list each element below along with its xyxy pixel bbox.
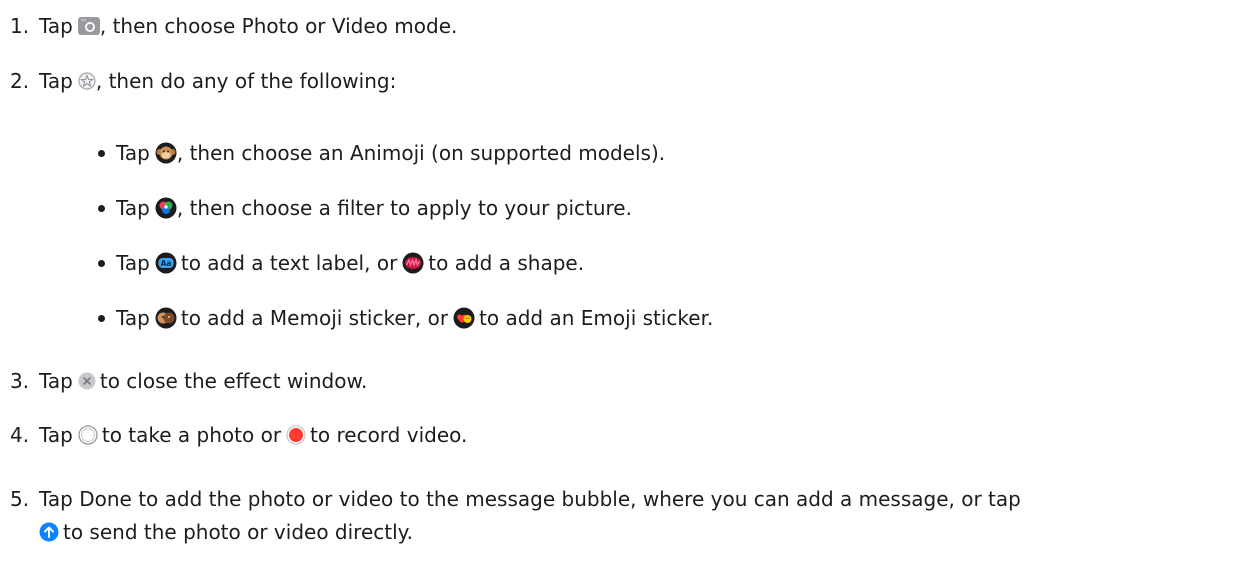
step-text: Tap	[39, 14, 73, 38]
step-text: , then do any of the following:	[95, 69, 397, 93]
bullet-text: to add a Memoji sticker, or	[180, 306, 449, 330]
camera-icon	[77, 17, 100, 35]
send-arrow-icon	[39, 522, 59, 542]
memoji-sticker-icon	[155, 307, 177, 329]
svg-text:Aa: Aa	[160, 259, 171, 268]
text-label-icon: Aa	[155, 252, 177, 274]
bullet-dot	[95, 202, 107, 214]
bullet-text: to add an Emoji sticker.	[479, 306, 714, 330]
step-text: to take a photo or	[101, 423, 282, 447]
step-text: to record video.	[310, 423, 468, 447]
step-number: 2.	[10, 69, 30, 93]
step-text: , then choose Photo or Video mode.	[99, 14, 458, 38]
bullet-text: Tap	[116, 251, 150, 275]
filters-icon	[155, 197, 177, 219]
close-icon	[78, 372, 96, 390]
step-text: Tap	[39, 369, 73, 393]
step-text: Tap Done to add the photo or video to th…	[39, 487, 1021, 511]
emoji-sticker-icon	[453, 307, 475, 329]
step-number: 5.	[10, 487, 30, 511]
bullet-text: , then choose a filter to apply to your …	[176, 196, 632, 220]
bullet-text: , then choose an Animoji (on supported m…	[176, 141, 666, 165]
record-icon	[286, 425, 306, 445]
shapes-icon	[402, 252, 424, 274]
step-number: 3.	[10, 369, 30, 393]
bullet-text: to add a text label, or	[180, 251, 398, 275]
step-number: 1.	[10, 14, 30, 38]
effects-star-icon	[78, 72, 96, 90]
bullet-text: to add a shape.	[428, 251, 585, 275]
step-text: Tap	[39, 69, 73, 93]
shutter-icon	[78, 425, 98, 445]
bullet-text: Tap	[116, 141, 150, 165]
animoji-monkey-icon	[155, 142, 177, 164]
step-text: to send the photo or video directly.	[63, 520, 413, 544]
bullet-dot	[95, 257, 107, 269]
step-text: to close the effect window.	[99, 369, 368, 393]
bullet-dot	[95, 147, 107, 159]
bullet-text: Tap	[116, 196, 150, 220]
step-text: Tap	[39, 423, 73, 447]
bullet-dot	[95, 312, 107, 324]
bullet-text: Tap	[116, 306, 150, 330]
step-number: 4.	[10, 423, 30, 447]
